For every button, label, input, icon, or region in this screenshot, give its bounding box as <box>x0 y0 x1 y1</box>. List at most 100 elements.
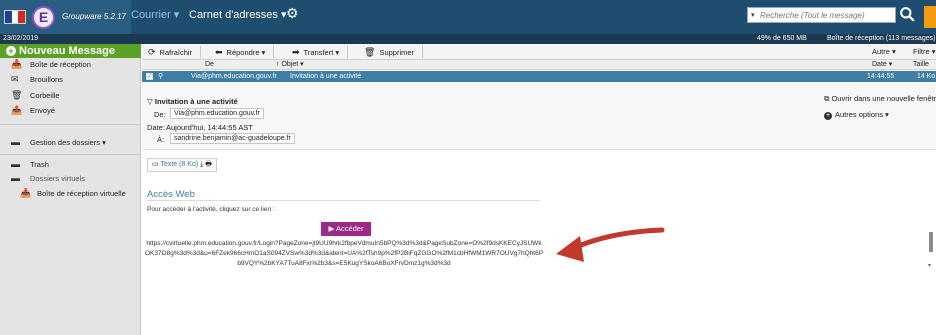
sidebar-divider <box>0 124 141 125</box>
menu-courrier[interactable]: Courrier ▾ <box>131 8 179 21</box>
forward-button[interactable]: ➡ Transfert ▾ <box>292 46 349 58</box>
open-new-window-label: Ouvrir dans une nouvelle fenêtre <box>831 94 936 103</box>
trash-icon: 🗑 <box>364 47 376 57</box>
plus-icon: + <box>824 112 832 120</box>
menu-address-book[interactable]: Carnet d'adresses ▾ <box>189 8 287 21</box>
orange-menu-button[interactable] <box>924 6 936 28</box>
sidebar-item-label: Brouillons <box>30 75 63 84</box>
sidebar-item-label: Dossiers virtuels <box>30 174 86 183</box>
web-access-text: Pour accéder à l'activité, cliquez sur c… <box>147 206 275 213</box>
sidebar-item-trash[interactable]: ▬ Trash <box>0 159 141 170</box>
search-icon[interactable] <box>899 6 917 24</box>
drafts-icon: ✉ <box>11 74 19 84</box>
web-access-title: Accès Web <box>147 189 195 200</box>
collapse-chevron-icon[interactable]: ▽ <box>147 97 155 106</box>
delete-label: Supprimer <box>379 48 415 57</box>
date-label: Date: <box>147 123 165 132</box>
print-icon[interactable]: 🖶 <box>205 161 212 168</box>
search-input[interactable] <box>760 9 894 21</box>
search-box[interactable]: ▾ <box>747 7 896 23</box>
other-options-menu[interactable]: + Autres options ▾ <box>824 110 889 120</box>
sidebar-item-inbox[interactable]: 📥 Boîte de réception <box>0 59 141 70</box>
other-options-label: Autres options ▾ <box>835 110 889 119</box>
column-date[interactable]: Date ▾ <box>872 60 892 70</box>
table-row[interactable]: ✓ ⚲ Via@phm.education.gouv.fr Invitation… <box>142 71 936 82</box>
column-size[interactable]: Taille <box>913 60 929 70</box>
open-new-window-link[interactable]: ⧉ Ouvrir dans une nouvelle fenêtre <box>824 94 936 104</box>
access-url-link[interactable]: https://cvirtuelle.phm.education.gouv.fr… <box>144 239 544 269</box>
current-date: 23/02/2019 <box>3 35 39 42</box>
sidebar-item-manage-folders[interactable]: ▬ Gestion des dossiers ▾ <box>0 137 141 148</box>
column-subject-label: Objet ▾ <box>281 61 304 68</box>
app-name: Groupware 5.2.17 <box>62 12 127 21</box>
column-subject[interactable]: ↑ Objet ▾ <box>276 60 304 70</box>
row-subject: Invitation à une activité <box>290 73 362 80</box>
sent-icon: 📤 <box>11 105 23 115</box>
sidebar-item-label: Gestion des dossiers ▾ <box>30 138 106 147</box>
folders-icon: ▬ <box>11 137 20 147</box>
filter-menu[interactable]: Filtre ▾ <box>913 46 936 58</box>
to-address[interactable]: sandrine.benjamin@ac-guadeloupe.fr <box>170 133 295 144</box>
refresh-icon: ⟳ <box>148 47 156 57</box>
sidebar-item-sent[interactable]: 📤 Envoyé <box>0 105 141 116</box>
scrollbar-thumb[interactable] <box>929 232 933 252</box>
row-checkbox[interactable]: ✓ <box>146 73 153 80</box>
app-logo: E <box>32 6 55 29</box>
logo-area: E Groupware 5.2.17 <box>0 0 131 34</box>
user-icon: ⚲ <box>158 73 164 80</box>
virtual-inbox-icon: 📥 <box>20 188 32 198</box>
attachment-link[interactable]: Texte (8 Ko) <box>160 161 198 168</box>
row-from: Via@phm.education.gouv.fr <box>191 73 277 80</box>
from-label: De: <box>154 110 166 119</box>
reading-pane: ▽ Invitation à une activité De: Via@phm.… <box>142 82 936 335</box>
sidebar: + Nouveau Message 📥 Boîte de réception ✉ … <box>0 44 141 335</box>
status-bar: 23/02/2019 49% de 650 MB Boîte de récept… <box>0 34 936 44</box>
reply-button[interactable]: ⬅ Répondre ▾ <box>215 46 275 58</box>
forward-label: Transfert ▾ <box>303 48 340 57</box>
plus-icon: + <box>6 46 16 56</box>
sidebar-item-trash-fr[interactable]: 🗑 Corbeille <box>0 90 141 101</box>
sidebar-item-virtual-folders[interactable]: ▬ Dossiers virtuels <box>0 173 141 184</box>
attachment-bar: ▭ Texte (8 Ko) ⤓ 🖶 <box>147 158 217 172</box>
virtual-folders-icon: ▬ <box>11 173 20 183</box>
access-button[interactable]: ▶ Accéder <box>321 222 371 236</box>
sidebar-item-drafts[interactable]: ✉ Brouillons <box>0 74 141 85</box>
sidebar-item-label: Trash <box>30 160 49 169</box>
sidebar-item-label: Corbeille <box>30 91 60 100</box>
new-message-button[interactable]: + Nouveau Message <box>0 44 141 58</box>
new-message-label: Nouveau Message <box>19 45 115 57</box>
ministry-flag-logo <box>4 10 26 24</box>
section-divider <box>147 200 540 201</box>
folder-icon: ▬ <box>11 159 20 169</box>
sidebar-item-label: Boîte de réception virtuelle <box>37 189 126 198</box>
row-time: 14:44:55 <box>867 73 895 80</box>
date-value: Aujourd'hui, 14:44:55 AST <box>166 123 253 132</box>
top-bar: E Groupware 5.2.17 Courrier ▾ Carnet d'a… <box>0 0 936 34</box>
current-folder-status: Boîte de réception (113 messages) <box>827 35 936 42</box>
gear-icon[interactable]: ⚙ <box>286 6 299 20</box>
reply-arrow-icon: ⬅ <box>215 47 223 57</box>
sidebar-item-label: Boîte de réception <box>30 60 91 69</box>
quota-usage: 49% de 650 MB <box>757 35 807 42</box>
delete-button[interactable]: 🗑 Supprimer <box>364 46 424 58</box>
refresh-button[interactable]: ⟳ Rafraîchir <box>148 46 202 58</box>
forward-arrow-icon: ➡ <box>292 47 300 57</box>
search-scope-caret-icon[interactable]: ▾ <box>751 11 755 19</box>
sidebar-item-virtual-inbox[interactable]: 📥 Boîte de réception virtuelle <box>0 188 141 199</box>
annotation-arrow-icon <box>556 227 665 262</box>
scroll-down-arrow-icon[interactable]: ▾ <box>928 262 931 269</box>
sidebar-divider <box>0 154 141 155</box>
message-subject-text: Invitation à une activité <box>154 97 238 106</box>
sidebar-item-label: Envoyé <box>30 106 56 115</box>
column-from[interactable]: De <box>205 60 214 70</box>
message-list-header: De ↑ Objet ▾ Date ▾ Taille <box>142 60 936 70</box>
inbox-icon: 📥 <box>11 59 23 69</box>
message-toolbar: ⟳ Rafraîchir ⬅ Répondre ▾ ➡ Transfert ▾ 🗑 Su… <box>142 44 936 60</box>
message-headers: ▽ Invitation à une activité De: Via@phm.… <box>142 82 936 150</box>
message-subject[interactable]: ▽ Invitation à une activité <box>147 97 238 106</box>
trash-icon: 🗑 <box>11 90 23 100</box>
from-address[interactable]: Via@phm.education.gouv.fr <box>170 108 264 119</box>
reply-label: Répondre ▾ <box>226 48 266 57</box>
row-size: 14 Ko <box>917 73 936 80</box>
other-menu[interactable]: Autre ▾ <box>872 46 896 58</box>
